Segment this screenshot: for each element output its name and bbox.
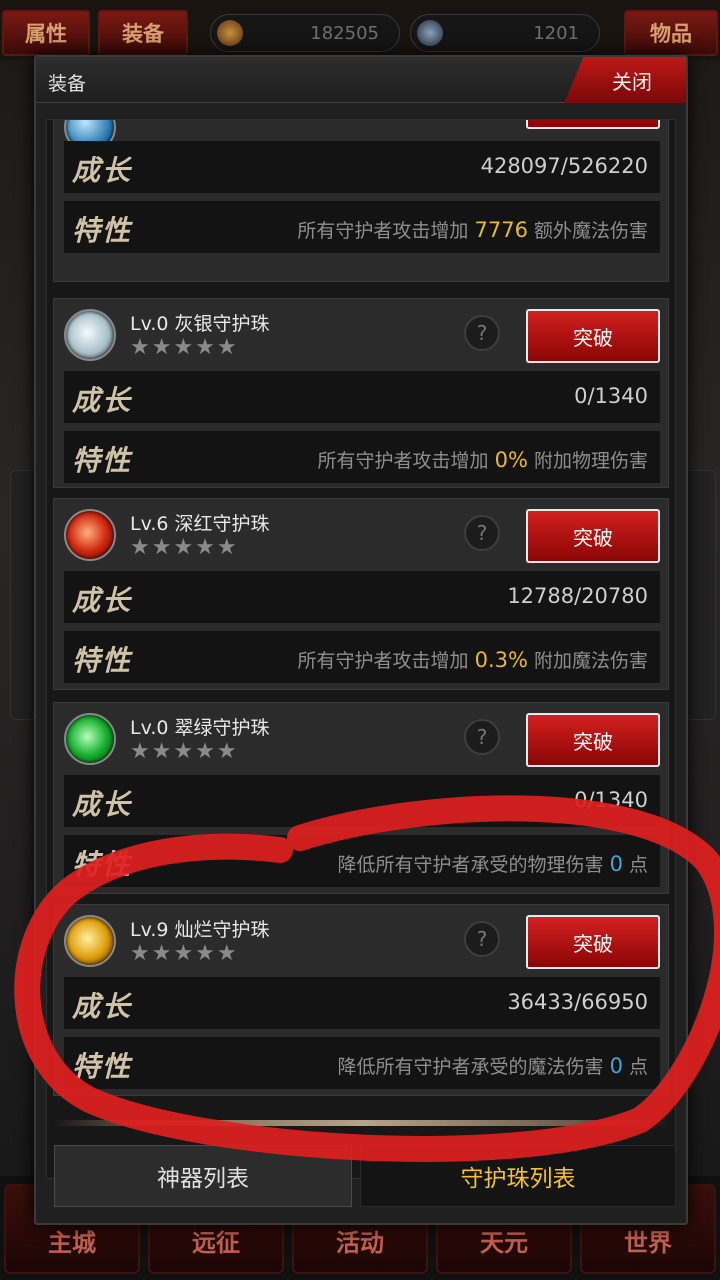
trait-label: 特性: [72, 848, 133, 881]
gold-value: 182505: [310, 22, 379, 44]
card-header: Lv.0 灰银守护珠 ★★★★★ ? 突破: [54, 299, 668, 365]
gold-counter: 182505: [210, 14, 400, 52]
help-icon[interactable]: ?: [464, 921, 500, 957]
orb-card: Lv.0 翠绿守护珠 ★★★★★ ? 突破 成长 0/1340 特性 降低所有守…: [53, 702, 669, 894]
growth-label: 成长: [72, 584, 133, 617]
trait-text: 所有守护者攻击增加 7776 额外魔法伤害: [297, 216, 648, 243]
trait-value: 0.3%: [474, 648, 528, 672]
trait-label: 特性: [72, 1050, 133, 1083]
modal-title: 装备: [48, 73, 87, 95]
break-button[interactable]: [526, 120, 660, 129]
growth-value: 428097/526220: [480, 154, 648, 178]
break-button[interactable]: 突破: [526, 915, 660, 969]
help-icon[interactable]: ?: [464, 719, 500, 755]
help-icon[interactable]: ?: [464, 515, 500, 551]
orb-card: Lv.9 灿烂守护珠 ★★★★★ ? 突破 成长 36433/66950 特性 …: [53, 904, 669, 1096]
tab-orb-list[interactable]: 守护珠列表: [360, 1145, 676, 1207]
trait-value: 0: [609, 852, 623, 876]
growth-value: 0/1340: [574, 788, 648, 812]
trait-row: 特性 降低所有守护者承受的物理伤害 0 点: [64, 835, 660, 887]
orb-card: Lv.6 深红守护珠 ★★★★★ ? 突破 成长 12788/20780 特性 …: [53, 498, 669, 690]
growth-row: 成长 428097/526220: [64, 141, 660, 193]
trait-prefix: 所有守护者攻击增加: [297, 220, 469, 242]
trait-row: 特性 降低所有守护者承受的魔法伤害 0 点: [64, 1037, 660, 1089]
growth-row: 成长 0/1340: [64, 775, 660, 827]
orb-card: ★★★★★ 成长 428097/526220 特性 所有守护者攻击增加 7776…: [53, 120, 669, 282]
tab-attributes[interactable]: 属性: [2, 10, 90, 56]
orb-icon: [64, 915, 116, 967]
skull-gem-icon: [417, 20, 443, 46]
card-header: Lv.6 深红守护珠 ★★★★★ ? 突破: [54, 499, 668, 565]
star-rating: ★★★★★: [130, 941, 239, 966]
trait-row: 特性 所有守护者攻击增加 7776 额外魔法伤害: [64, 201, 660, 253]
gem-name: Lv.0 灰银守护珠: [130, 313, 270, 335]
star-rating: ★★★★★: [130, 335, 239, 360]
list-bottom-divider: [53, 1120, 669, 1126]
gem-name: Lv.9 灿烂守护珠: [130, 919, 270, 941]
break-button[interactable]: 突破: [526, 509, 660, 563]
break-button[interactable]: 突破: [526, 713, 660, 767]
close-button[interactable]: 关闭: [564, 57, 686, 103]
growth-row: 成长 0/1340: [64, 371, 660, 423]
card-header: Lv.9 灿烂守护珠 ★★★★★ ? 突破: [54, 905, 668, 971]
gem-value: 1201: [533, 22, 579, 44]
growth-label: 成长: [72, 384, 133, 417]
growth-label: 成长: [72, 788, 133, 821]
trait-label: 特性: [72, 644, 133, 677]
trait-text: 降低所有守护者承受的物理伤害 0 点: [338, 850, 649, 877]
trait-label: 特性: [72, 214, 133, 247]
gem-name: Lv.0 翠绿守护珠: [130, 717, 270, 739]
card-header: Lv.0 翠绿守护珠 ★★★★★ ? 突破: [54, 703, 668, 769]
trait-row: 特性 所有守护者攻击增加 0.3% 附加魔法伤害: [64, 631, 660, 683]
break-button[interactable]: 突破: [526, 309, 660, 363]
gem-counter: 1201: [410, 14, 600, 52]
trait-text: 降低所有守护者承受的魔法伤害 0 点: [338, 1052, 649, 1079]
tab-artifact-list[interactable]: 神器列表: [54, 1145, 352, 1207]
trait-prefix: 降低所有守护者承受的物理伤害: [337, 854, 604, 876]
growth-value: 12788/20780: [507, 584, 648, 608]
orb-card: Lv.0 灰银守护珠 ★★★★★ ? 突破 成长 0/1340 特性 所有守护者…: [53, 298, 669, 488]
growth-row: 成长 12788/20780: [64, 571, 660, 623]
trait-row: 特性 所有守护者攻击增加 0% 附加物理伤害: [64, 431, 660, 483]
trait-text: 所有守护者攻击增加 0% 附加物理伤害: [318, 446, 648, 473]
tab-equipment[interactable]: 装备: [98, 10, 188, 56]
help-icon[interactable]: ?: [464, 315, 500, 351]
trait-suffix: 额外魔法伤害: [533, 220, 648, 242]
growth-label: 成长: [72, 990, 133, 1023]
star-rating: ★★★★★: [130, 120, 239, 126]
trait-text: 所有守护者攻击增加 0.3% 附加魔法伤害: [298, 646, 648, 673]
growth-value: 36433/66950: [507, 990, 648, 1014]
orb-icon: [64, 509, 116, 561]
gem-name: Lv.6 深红守护珠: [130, 513, 270, 535]
trait-value: 0: [609, 1054, 623, 1078]
growth-value: 0/1340: [574, 384, 648, 408]
trait-value: 0%: [494, 448, 528, 472]
star-rating: ★★★★★: [130, 739, 239, 764]
orb-icon: [64, 309, 116, 361]
growth-label: 成长: [72, 154, 133, 187]
trait-suffix: 附加魔法伤害: [533, 650, 648, 672]
trait-suffix: 附加物理伤害: [533, 450, 648, 472]
modal-header: 装备 关闭: [36, 57, 686, 103]
tab-items[interactable]: 物品: [624, 10, 718, 56]
trait-label: 特性: [72, 444, 133, 477]
trait-prefix: 降低所有守护者承受的魔法伤害: [337, 1056, 604, 1078]
trait-suffix: 点: [628, 1056, 648, 1078]
star-rating: ★★★★★: [130, 535, 239, 560]
orb-icon: [64, 713, 116, 765]
orb-list[interactable]: ★★★★★ 成长 428097/526220 特性 所有守护者攻击增加 7776…: [46, 119, 676, 1179]
trait-value: 7776: [474, 218, 528, 242]
gold-coin-icon: [217, 20, 243, 46]
growth-row: 成长 36433/66950: [64, 977, 660, 1029]
trait-suffix: 点: [628, 854, 648, 876]
trait-prefix: 所有守护者攻击增加: [317, 450, 489, 472]
equipment-modal: 装备 关闭 ★★★★★ 成长 428097/526220 特性 所有守护者攻击增…: [34, 55, 688, 1225]
trait-prefix: 所有守护者攻击增加: [297, 650, 469, 672]
